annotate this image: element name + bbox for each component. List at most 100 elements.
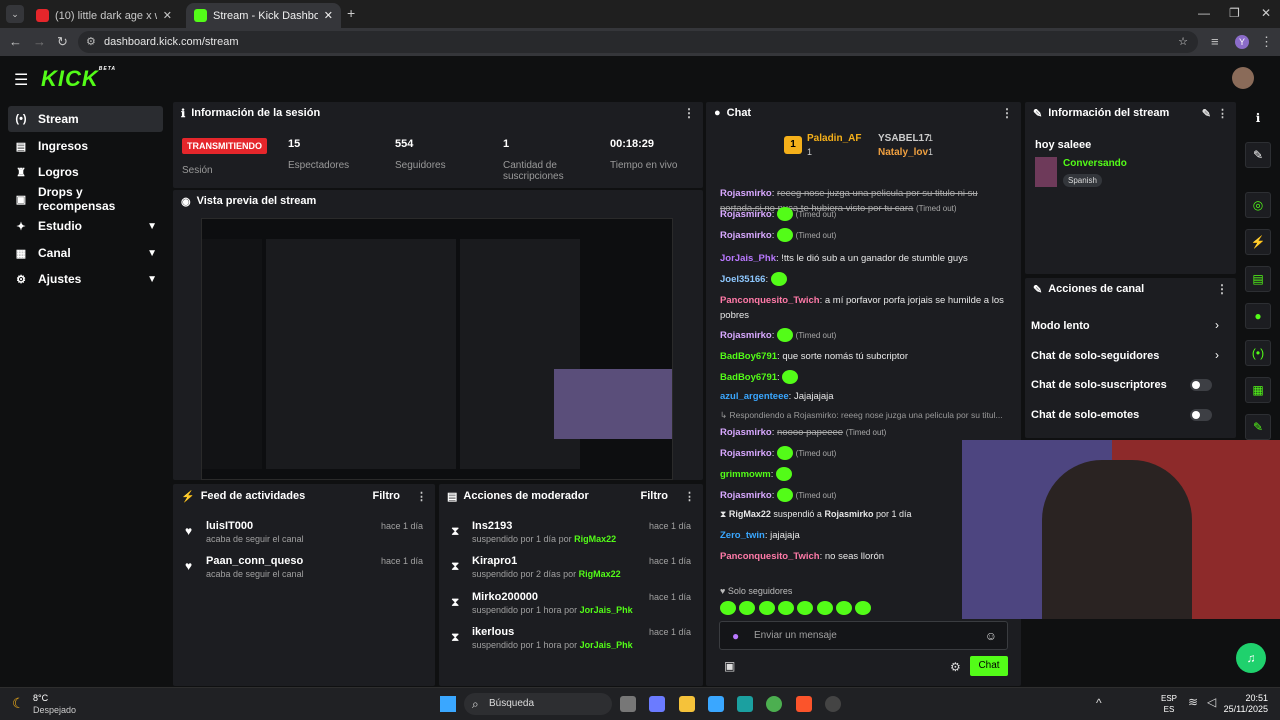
edge-icon[interactable]: [737, 696, 753, 712]
chat-message-input[interactable]: ● Enviar un mensaje ☺: [719, 621, 1008, 650]
store-icon[interactable]: [708, 696, 724, 712]
headset-support-icon[interactable]: ♫: [1236, 643, 1266, 673]
emote-icon[interactable]: [739, 600, 756, 615]
subscribers-only-toggle[interactable]: [1190, 379, 1212, 391]
session-info-panel: ℹ Información de la sesión ⋮ TRANSMITIENDO…: [173, 102, 703, 188]
tray-chevron-icon[interactable]: ^: [1096, 696, 1102, 710]
profile-avatar[interactable]: Y: [1235, 35, 1249, 49]
preview-webcam: [554, 369, 672, 439]
media-icon[interactable]: ≡: [1211, 28, 1219, 56]
wifi-icon[interactable]: ≋: [1188, 695, 1198, 709]
bookmark-star-icon[interactable]: ☆: [1178, 31, 1188, 53]
layout-rail-icon[interactable]: ▦: [1245, 377, 1271, 403]
stream-title: hoy saleee: [1035, 139, 1092, 151]
file-explorer-icon[interactable]: [679, 696, 695, 712]
volume-icon[interactable]: ◁: [1207, 695, 1216, 709]
filter-button[interactable]: Filtro: [373, 490, 401, 502]
hamburger-menu-icon[interactable]: ☰: [14, 70, 28, 90]
stat-subscriptions: 1 Cantidad de suscripciones: [503, 138, 564, 182]
preview-mini-panels: [266, 239, 456, 469]
sidebar-item-logros[interactable]: ♜ Logros: [8, 159, 163, 185]
user-avatar[interactable]: [1232, 67, 1254, 89]
close-window-icon[interactable]: ✕: [1261, 6, 1271, 20]
tab-kick-dashboard[interactable]: Stream - Kick Dashboard ✕: [186, 3, 341, 28]
more-options-icon[interactable]: ⋮: [416, 490, 427, 503]
filter-button[interactable]: Filtro: [641, 490, 669, 502]
followers-only-row[interactable]: Chat de solo-seguidores: [1031, 350, 1231, 362]
back-icon[interactable]: ←: [9, 28, 22, 56]
tools-rail-icon[interactable]: ✎: [1245, 414, 1271, 440]
tab-youtube[interactable]: (10) little dark age x washing m ✕: [28, 3, 180, 28]
stream-info-panel: ✎ Información del stream ✎ ⋮ hoy saleee Con…: [1025, 102, 1236, 274]
chevron-right-icon[interactable]: ›: [1215, 348, 1219, 362]
sidebar-item-ingresos[interactable]: ▤ Ingresos: [8, 133, 163, 159]
more-options-icon[interactable]: ⋮: [1217, 107, 1228, 120]
emote-icon: [770, 272, 787, 287]
edit-icon[interactable]: ✎: [1202, 107, 1211, 120]
edit-rail-icon[interactable]: ✎: [1245, 142, 1271, 168]
more-options-icon[interactable]: ⋮: [1216, 282, 1228, 296]
chat-rail-icon[interactable]: ●: [1245, 303, 1271, 329]
chrome-icon[interactable]: [766, 696, 782, 712]
sidebar-item-ajustes[interactable]: ⚙ Ajustes ▼: [8, 266, 163, 292]
reload-icon[interactable]: ↻: [57, 28, 68, 56]
taskbar-search[interactable]: ⌕ Búsqueda: [464, 693, 612, 715]
more-options-icon[interactable]: ⋮: [1001, 106, 1013, 120]
emoji-icon[interactable]: ☺: [985, 629, 997, 643]
chevron-down-icon: ▼: [147, 273, 157, 285]
chat-send-button[interactable]: Chat: [970, 656, 1008, 676]
more-options-icon[interactable]: ⋮: [684, 490, 695, 503]
new-tab-button[interactable]: +: [347, 5, 355, 21]
more-options-icon[interactable]: ⋮: [683, 106, 695, 120]
tab-search-icon[interactable]: ⌄: [6, 5, 24, 23]
stream-preview-video[interactable]: [201, 218, 673, 480]
windows-start-icon[interactable]: [440, 696, 456, 712]
sidebar-item-estudio[interactable]: ✦ Estudio ▼: [8, 213, 163, 239]
copilot-icon[interactable]: [649, 696, 665, 712]
address-bar[interactable]: ⚙ dashboard.kick.com/stream ☆: [78, 31, 1198, 53]
reply-context: ↳ Respondiendo a Rojasmirko: reeeg nose …: [720, 410, 1003, 420]
chevron-down-icon: ▼: [147, 220, 157, 232]
sidebar-item-drops[interactable]: ▣ Drops y recompensas: [8, 185, 163, 213]
obs-icon[interactable]: [825, 696, 841, 712]
slow-mode-row[interactable]: Modo lento: [1031, 320, 1231, 332]
emotes-only-toggle[interactable]: [1190, 409, 1212, 421]
emote-icon[interactable]: [720, 600, 736, 615]
close-icon[interactable]: ✕: [163, 9, 172, 22]
live-badge: TRANSMITIENDO: [182, 138, 267, 154]
gift-icon[interactable]: ▣: [724, 659, 735, 673]
info-rail-icon[interactable]: ℹ: [1245, 105, 1271, 131]
emote-icon[interactable]: [758, 600, 775, 615]
chevron-right-icon[interactable]: ›: [1215, 318, 1219, 332]
menu-dots-icon[interactable]: ⋮: [1260, 28, 1273, 56]
broadcast-rail-icon[interactable]: (•): [1245, 340, 1271, 366]
camera-rail-icon[interactable]: ◎: [1245, 192, 1271, 218]
close-icon[interactable]: ✕: [324, 9, 333, 22]
clipboard-rail-icon[interactable]: ▤: [1245, 266, 1271, 292]
brave-icon[interactable]: [796, 696, 812, 712]
site-info-icon[interactable]: ⚙: [86, 31, 96, 53]
category-name[interactable]: Conversando: [1063, 158, 1127, 169]
lang-indicator[interactable]: ESP ES: [1161, 693, 1177, 715]
emote-icon[interactable]: [836, 600, 853, 615]
emote-icon[interactable]: [778, 600, 795, 615]
clock[interactable]: 20:51 25/11/2025: [1222, 693, 1268, 715]
emote-icon[interactable]: [797, 600, 814, 615]
webcam-overlay: [962, 440, 1280, 619]
browser-toolbar: ← → ↻ ⚙ dashboard.kick.com/stream ☆ ≡ Y …: [0, 28, 1280, 56]
heart-icon: ♥: [185, 559, 193, 573]
mic-icon[interactable]: ●: [732, 629, 739, 643]
session-live-box: TRANSMITIENDO Sesión: [182, 138, 267, 188]
emote-icon[interactable]: [855, 600, 872, 615]
forward-icon[interactable]: →: [33, 28, 46, 56]
hourglass-icon: ⧗: [451, 524, 460, 538]
hourglass-icon: ⧗: [451, 630, 460, 644]
emote-icon[interactable]: [816, 600, 833, 615]
sidebar-item-canal[interactable]: ▦ Canal ▼: [8, 240, 163, 266]
maximize-icon[interactable]: ❐: [1229, 6, 1240, 20]
minimize-icon[interactable]: —: [1198, 6, 1210, 20]
task-view-icon[interactable]: [620, 696, 636, 712]
sidebar-item-stream[interactable]: (•) Stream: [8, 106, 163, 132]
chat-settings-icon[interactable]: ⚙: [950, 660, 961, 674]
lightning-rail-icon[interactable]: ⚡: [1245, 229, 1271, 255]
